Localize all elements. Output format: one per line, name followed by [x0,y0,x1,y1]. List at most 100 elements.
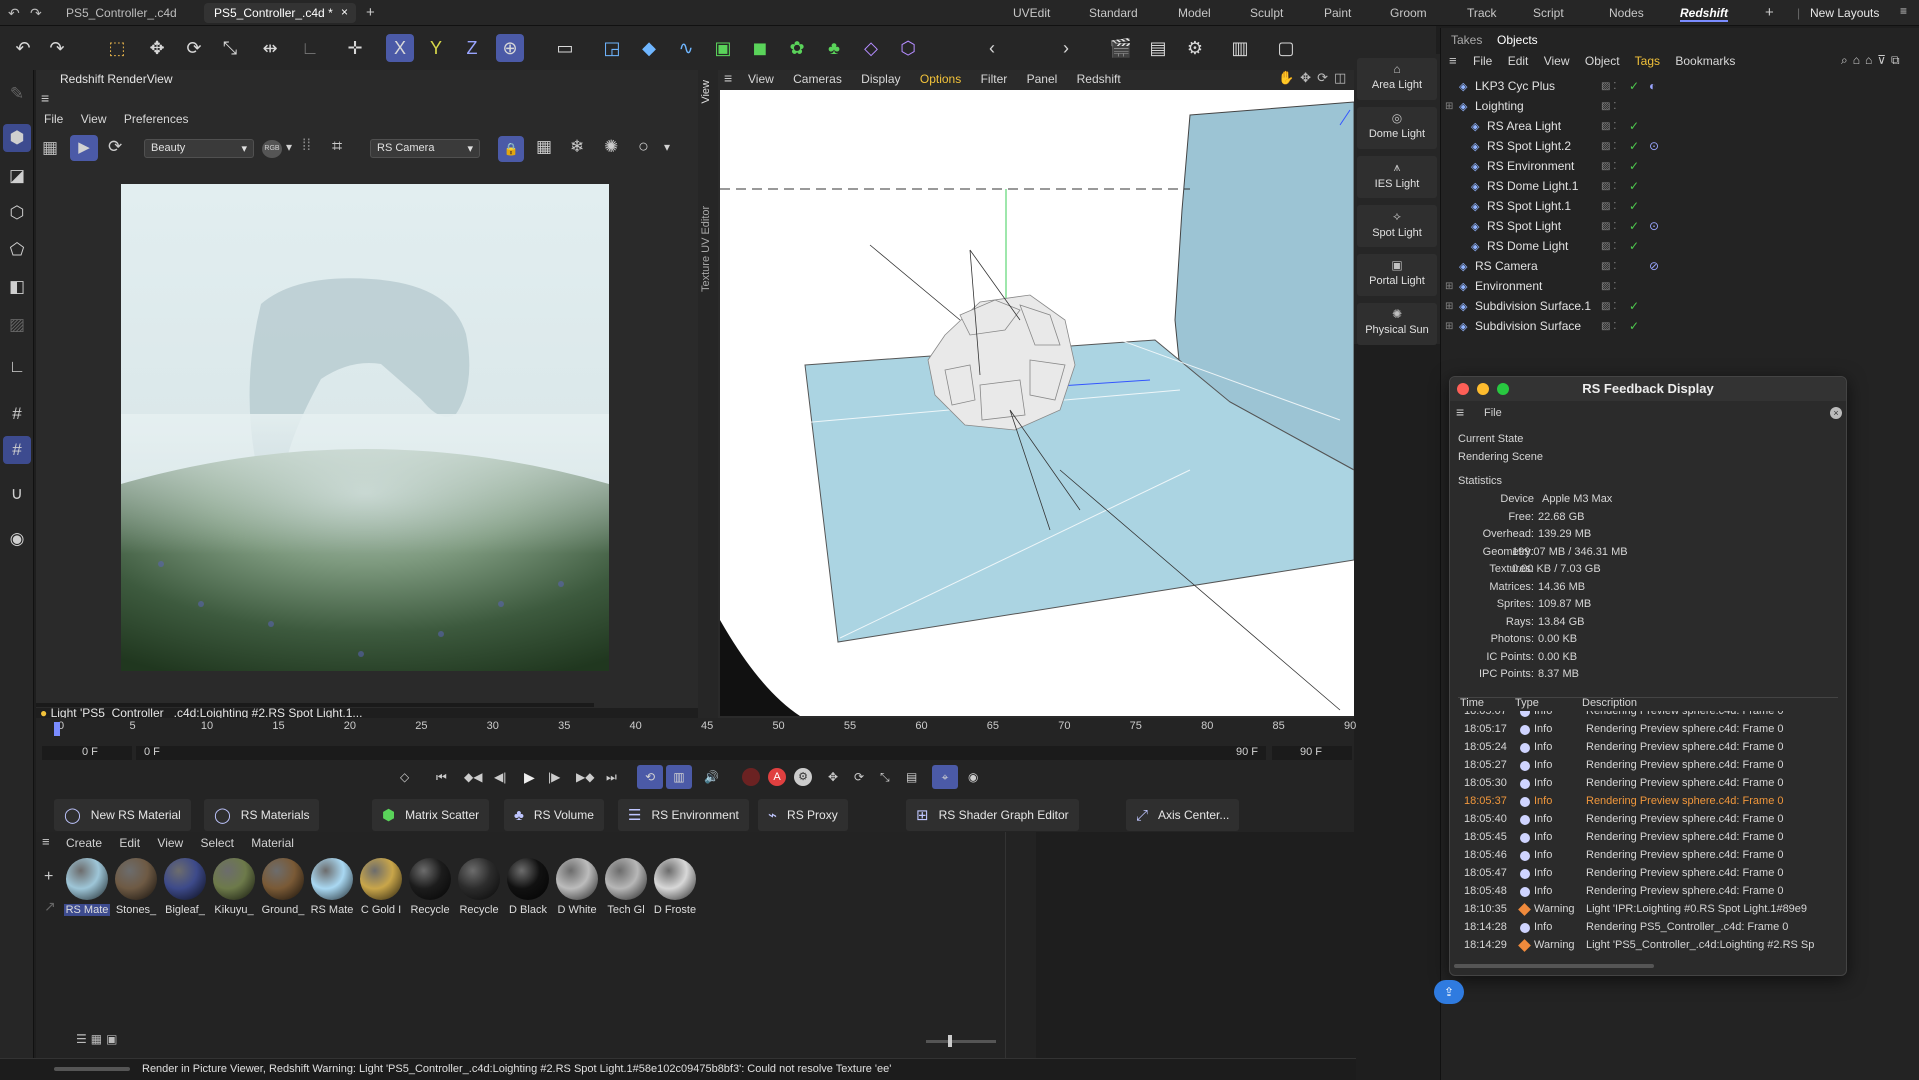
layout-groom[interactable]: Groom [1390,6,1427,20]
undo-history-icon[interactable]: ↶ [8,5,20,22]
visibility-icon[interactable]: ◉ [3,525,31,553]
object-row[interactable]: ⊞ ◈ Subdivision Surface ▨ ⁚ ✓ [1441,316,1919,336]
loop-icon[interactable]: ⟲ [637,765,663,789]
playhead[interactable] [54,722,60,736]
object-row[interactable]: ◈ RS Area Light ▨ ⁚ ✓ [1441,116,1919,136]
material-swatch[interactable]: D Froste [652,858,698,916]
add-material-icon[interactable]: + [44,868,53,886]
zoom-slider-handle[interactable] [948,1035,952,1047]
layout-script[interactable]: Script [1533,6,1564,20]
key-param-icon[interactable]: ▤ [906,770,917,784]
mat-menu-material[interactable]: Material [251,836,294,850]
material-menu-icon[interactable]: ≡ [42,834,50,849]
new-layouts-button[interactable]: New Layouts [1810,6,1879,20]
upload-icon[interactable]: ⇪ [1434,980,1464,1004]
layout-sculpt[interactable]: Sculpt [1250,6,1283,20]
material-swatch[interactable]: Tech Gl [603,858,649,916]
go-end-icon[interactable]: ⏭ [606,770,617,785]
log-row[interactable]: 18:05:27 Info Rendering Preview sphere.c4d… [1464,757,1842,775]
vp-menu-display[interactable]: Display [861,72,900,86]
enabled-check-icon[interactable]: ✓ [1629,179,1639,193]
object-row[interactable]: ◈ RS Dome Light ▨ ⁚ ✓ [1441,236,1919,256]
vp-menu-filter[interactable]: Filter [981,72,1008,86]
expand-icon[interactable]: ⊞ [1445,301,1453,312]
rv-menu-file[interactable]: File [44,112,63,126]
side-tab-view[interactable]: View [700,80,712,104]
clipboard-icon[interactable]: ▢ [1272,34,1300,62]
enabled-check-icon[interactable]: ✓ [1629,199,1639,213]
doc-tab-1[interactable]: PS5_Controller_.c4d [56,3,187,23]
expand-icon[interactable]: ⊞ [1445,321,1453,332]
grid-icon[interactable]: ▦ [536,137,552,157]
physical-sun-button[interactable]: ✺ Physical Sun [1357,303,1437,345]
layout-standard[interactable]: Standard [1089,6,1138,20]
ipr-icon[interactable]: ▶ [70,135,98,161]
material-swatch[interactable]: C Gold I [358,858,404,916]
visibility-toggle[interactable]: ▨ ⁚ [1601,261,1616,272]
enabled-check-icon[interactable]: ✓ [1629,119,1639,133]
mat-menu-create[interactable]: Create [66,836,102,850]
circle-icon[interactable]: ○ [638,136,649,157]
panel-menu-icon[interactable]: ≡ [41,90,49,106]
enabled-check-icon[interactable]: ✓ [1629,79,1639,93]
aov-dropdown[interactable]: Beauty ▾ [144,139,254,158]
render-region-icon[interactable]: ◲ [598,34,626,62]
mograph-icon[interactable]: ♣ [820,34,848,62]
clear-icon[interactable]: × [1830,407,1842,419]
rs-materials-button[interactable]: ◯ RS Materials [204,799,320,831]
visibility-toggle[interactable]: ▨ ⁚ [1601,181,1616,192]
next-icon[interactable]: › [1052,34,1080,62]
doc-tab-2[interactable]: PS5_Controller_.c4d * × [204,3,356,23]
objects-menu-icon[interactable]: ≡ [1449,53,1457,68]
feedback-menu-file[interactable]: File [1484,407,1502,419]
visibility-toggle[interactable]: ▨ ⁚ [1601,241,1616,252]
refresh-icon[interactable]: ⟳ [108,137,122,157]
visibility-toggle[interactable]: ▨ ⁚ [1601,321,1616,332]
deformer-icon[interactable]: ✿ [783,34,811,62]
layout-uvedit[interactable]: UVEdit [1013,6,1050,20]
object-row[interactable]: ◈ RS Environment ▨ ⁚ ✓ [1441,156,1919,176]
mat-menu-view[interactable]: View [157,836,183,850]
coordinate-system-icon[interactable]: ⊕ [496,34,524,62]
crop-icon[interactable]: ⌗ [332,136,342,157]
range-icon[interactable]: ▥ [666,765,692,789]
visibility-toggle[interactable]: ▨ ⁚ [1601,281,1616,292]
log-row[interactable]: 18:14:28 Info Rendering PS5_Controller_.c4… [1464,919,1842,937]
obj-menu-edit[interactable]: Edit [1508,54,1529,68]
camera-dropdown[interactable]: RS Camera ▾ [370,139,480,158]
render-settings-icon[interactable]: ⚙ [1181,34,1209,62]
render-view-icon[interactable]: 🎬 [1107,34,1135,62]
lock-icon[interactable]: 🔒 [498,136,524,162]
menu-icon[interactable]: ≡ [1900,4,1907,18]
layout-track[interactable]: Track [1467,6,1497,20]
rgb-toggle[interactable]: RGB [262,140,282,158]
material-swatch[interactable]: Ground_ [260,858,306,916]
subdivision-icon[interactable]: ◼ [746,34,774,62]
object-row[interactable]: ⊞ ◈ Subdivision Surface.1 ▨ ⁚ ✓ [1441,296,1919,316]
material-tag-icon[interactable]: ◐ [1649,79,1656,93]
log-row[interactable]: 18:05:40 Info Rendering Preview sphere.c4d… [1464,811,1842,829]
prev-icon[interactable]: ‹ [978,34,1006,62]
material-swatch[interactable]: Kikuyu_ [211,858,257,916]
object-row[interactable]: ◈ RS Dome Light.1 ▨ ⁚ ✓ [1441,176,1919,196]
snap-grid-icon[interactable]: # [3,436,31,464]
material-swatch[interactable]: Recycle [456,858,502,916]
transform-icon[interactable]: ⇹ [256,34,284,62]
material-swatch[interactable]: D Black [505,858,551,916]
timeline-ruler[interactable]: 0 5 10 15 20 25 30 35 40 45 50 55 60 65 70 75 80 85 90 [54,720,1356,738]
workplane-icon[interactable]: # [3,400,31,428]
enabled-check-icon[interactable]: ✓ [1629,319,1639,333]
log-header-time[interactable]: Time [1460,697,1484,709]
axis-center-button[interactable]: ⤢ Axis Center... [1126,799,1240,831]
key-settings-icon[interactable]: ⚙ [794,768,812,786]
close-icon[interactable]: × [341,5,348,19]
snap-icon[interactable]: ∟ [296,34,324,62]
vp-menu-panel[interactable]: Panel [1027,72,1058,86]
uv-mode-icon[interactable]: ▨ [3,311,31,339]
edges-mode-icon[interactable]: ⬠ [3,236,31,264]
log-scrollbar[interactable] [1454,964,1654,968]
redo-icon[interactable]: ↷ [43,34,71,62]
enabled-check-icon[interactable]: ✓ [1629,159,1639,173]
prev-key-icon[interactable]: ◆◀ [464,770,482,784]
log-row[interactable]: 18:05:47 Info Rendering Preview sphere.c4d… [1464,865,1842,883]
